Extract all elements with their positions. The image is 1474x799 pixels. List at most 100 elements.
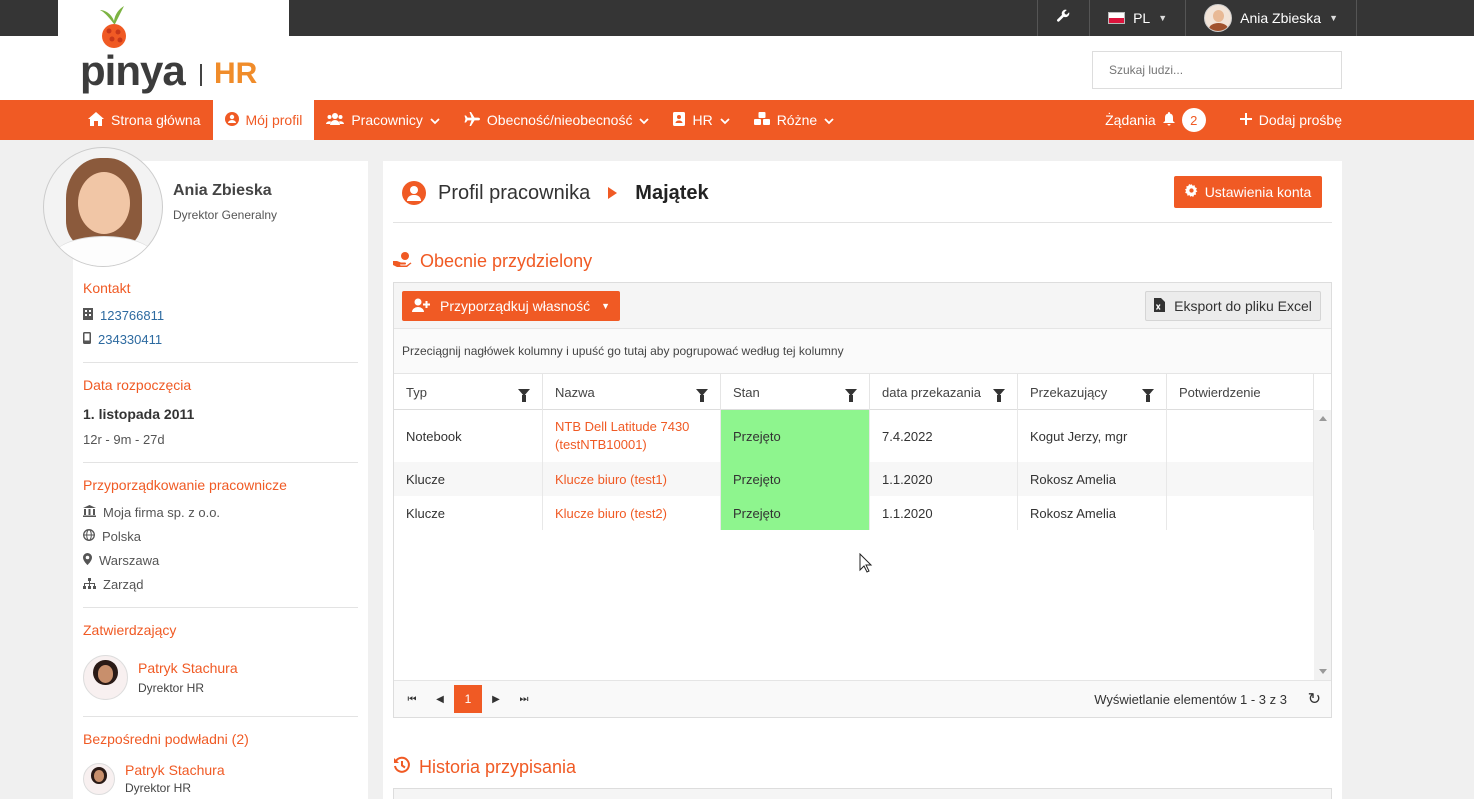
table-row[interactable]: Klucze Klucze biuro (test2) Przejęto 1.1… — [394, 496, 1314, 530]
column-label: Typ — [406, 384, 427, 400]
table-header: Typ Nazwa Stan data przekazania Przekazu… — [394, 374, 1314, 410]
table-row[interactable]: Notebook NTB Dell Latitude 7430 (testNTB… — [394, 410, 1314, 462]
cubes-icon — [753, 111, 770, 129]
breadcrumb-parent[interactable]: Profil pracownika — [438, 182, 590, 205]
company-line: Moja firma sp. z o.o. — [83, 505, 220, 520]
approver-heading: Zatwierdzający — [83, 622, 177, 638]
column-label: Stan — [733, 384, 760, 400]
column-header-handover[interactable]: Przekazujący — [1018, 374, 1167, 410]
history-icon — [393, 756, 411, 779]
nav-item-label: Strona główna — [111, 112, 201, 128]
assign-property-button[interactable]: Przyporządkuj własność ▼ — [402, 291, 620, 321]
account-settings-button[interactable]: Ustawienia konta — [1174, 176, 1322, 208]
scroll-down-icon[interactable] — [1319, 669, 1327, 674]
divider — [393, 222, 1332, 223]
tools-button[interactable] — [1037, 0, 1089, 36]
subordinates-heading: Bezpośredni podwładni (2) — [83, 731, 249, 747]
language-label: PL — [1133, 10, 1151, 26]
department-line: Zarząd — [83, 577, 143, 592]
bank-icon — [83, 505, 96, 520]
language-selector[interactable]: PL ▼ — [1089, 0, 1185, 36]
requests-button[interactable]: Żądania 2 — [1093, 100, 1218, 140]
filter-icon[interactable] — [1142, 388, 1154, 402]
cell-name-link[interactable]: Klucze biuro (test1) — [543, 462, 721, 496]
nav-item-label: Obecność/nieobecność — [486, 112, 633, 128]
subordinate-name-link[interactable]: Patryk Stachura — [125, 762, 225, 778]
cell-type: Klucze — [394, 462, 543, 496]
last-page-icon[interactable]: ⏭ — [510, 685, 538, 713]
map-marker-icon — [83, 553, 92, 568]
filter-icon[interactable] — [696, 388, 708, 402]
export-excel-button[interactable]: Eksport do pliku Excel — [1145, 291, 1321, 321]
divider — [83, 607, 358, 608]
nav-item-misc[interactable]: Różne — [742, 100, 846, 140]
add-request-label: Dodaj prośbę — [1258, 112, 1342, 128]
logo-suffix: HR — [214, 57, 258, 90]
cell-confirmation — [1167, 410, 1314, 462]
department-name: Zarząd — [103, 577, 144, 592]
nav-item-home[interactable]: Strona główna — [76, 100, 213, 140]
chevron-down-icon — [430, 112, 440, 128]
column-header-type[interactable]: Typ — [394, 374, 543, 410]
logo[interactable]: pinya HR — [80, 6, 270, 96]
first-page-icon[interactable]: ⏮ — [398, 685, 426, 713]
add-request-button[interactable]: Dodaj prośbę — [1228, 100, 1354, 140]
cell-handover: Rokosz Amelia — [1018, 496, 1167, 530]
contact-heading: Kontakt — [83, 280, 131, 296]
caret-down-icon[interactable]: ▼ — [601, 301, 610, 311]
refresh-icon[interactable]: ↻ — [1308, 689, 1321, 709]
nav-item-employees[interactable]: Pracownicy — [314, 100, 452, 140]
nav-item-my-profile[interactable]: Mój profil — [212, 100, 315, 140]
pager: ⏮ ◀ 1 ▶ ⏭ Wyświetlanie elementów 1 - 3 z… — [394, 680, 1331, 717]
table-row[interactable]: Klucze Klucze biuro (test1) Przejęto 1.1… — [394, 462, 1314, 496]
grid-toolbar: Przyporządkuj własność ▼ Eksport do plik… — [394, 283, 1331, 329]
column-header-date[interactable]: data przekazania — [870, 374, 1018, 410]
column-label: Przekazujący — [1030, 384, 1108, 400]
excel-file-icon — [1154, 297, 1166, 315]
avatar — [1204, 4, 1233, 32]
assign-button-label: Przyporządkuj własność — [440, 298, 591, 314]
column-header-state[interactable]: Stan — [721, 374, 870, 410]
section-title-text: Obecnie przydzielony — [420, 251, 593, 271]
approver-name-link[interactable]: Patryk Stachura — [138, 660, 238, 676]
phone-link[interactable]: 123766811 — [100, 308, 164, 323]
chevron-down-icon — [720, 112, 730, 128]
phone-link[interactable]: 234330411 — [98, 332, 162, 347]
nav-item-label: Mój profil — [245, 112, 303, 128]
nav-item-attendance[interactable]: Obecność/nieobecność — [452, 100, 662, 140]
nav-item-hr[interactable]: HR — [661, 100, 741, 140]
filter-icon[interactable] — [993, 388, 1005, 402]
filter-icon[interactable] — [845, 388, 857, 402]
column-header-name[interactable]: Nazwa — [543, 374, 721, 410]
main-nav: Strona główna Mój profil Pracownicy Obec… — [0, 100, 1474, 140]
scroll-up-icon[interactable] — [1319, 416, 1327, 421]
approver-role: Dyrektor HR — [138, 681, 205, 695]
user-menu[interactable]: Ania Zbieska ▼ — [1185, 0, 1357, 36]
page-number-button[interactable]: 1 — [454, 685, 482, 713]
country-name: Polska — [102, 529, 142, 544]
cell-name-link[interactable]: Klucze biuro (test2) — [543, 496, 721, 530]
vertical-scrollbar[interactable] — [1314, 410, 1331, 680]
logo-tab — [58, 0, 289, 36]
search-input[interactable] — [1092, 51, 1342, 89]
filter-icon[interactable] — [518, 388, 530, 402]
users-icon — [326, 112, 345, 129]
profile-name: Ania Zbieska — [173, 182, 272, 199]
divider — [83, 462, 358, 463]
building-icon — [83, 308, 93, 323]
group-drop-zone[interactable]: Przeciągnij nagłówek kolumny i upuść go … — [394, 329, 1331, 374]
export-button-label: Eksport do pliku Excel — [1174, 298, 1312, 314]
avatar — [83, 655, 128, 700]
mobile-icon — [83, 332, 91, 347]
user-plus-icon — [412, 298, 430, 315]
profile-photo — [43, 147, 163, 267]
section-current-title: Obecnie przydzielony — [393, 251, 592, 272]
cell-handover: Kogut Jerzy, mgr — [1018, 410, 1167, 462]
prev-page-icon[interactable]: ◀ — [426, 685, 454, 713]
breadcrumb-separator-icon — [608, 187, 618, 199]
cell-name-link[interactable]: NTB Dell Latitude 7430 (testNTB10001) — [543, 410, 721, 462]
cell-state: Przejęto — [721, 410, 870, 462]
column-header-confirmation[interactable]: Potwierdzenie — [1167, 374, 1314, 410]
next-page-icon[interactable]: ▶ — [482, 685, 510, 713]
top-right-menu: PL ▼ Ania Zbieska ▼ — [1037, 0, 1357, 36]
